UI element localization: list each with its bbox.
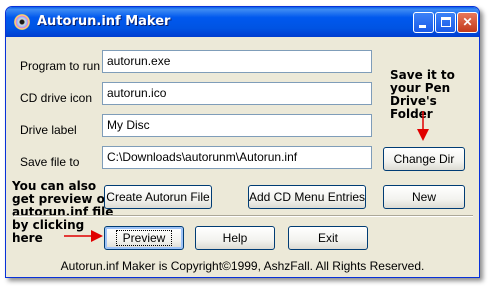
annotation-arrows — [64, 111, 429, 242]
